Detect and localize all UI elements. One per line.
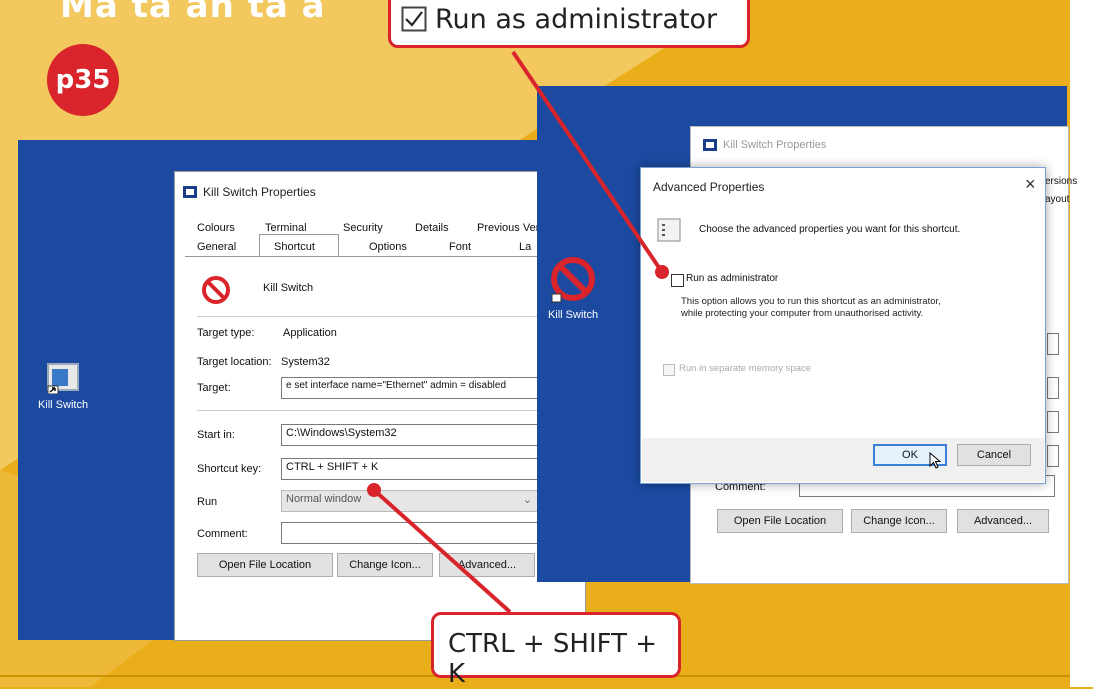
callout-text: CTRL + SHIFT + K (448, 629, 658, 689)
checkbox-checked-icon (401, 6, 427, 32)
shortcut-key-callout: CTRL + SHIFT + K (431, 612, 681, 689)
callout-text: Run as administrator (435, 4, 718, 35)
callout-leader-lines (367, 50, 669, 614)
run-as-admin-callout: Run as administrator (388, 0, 750, 48)
